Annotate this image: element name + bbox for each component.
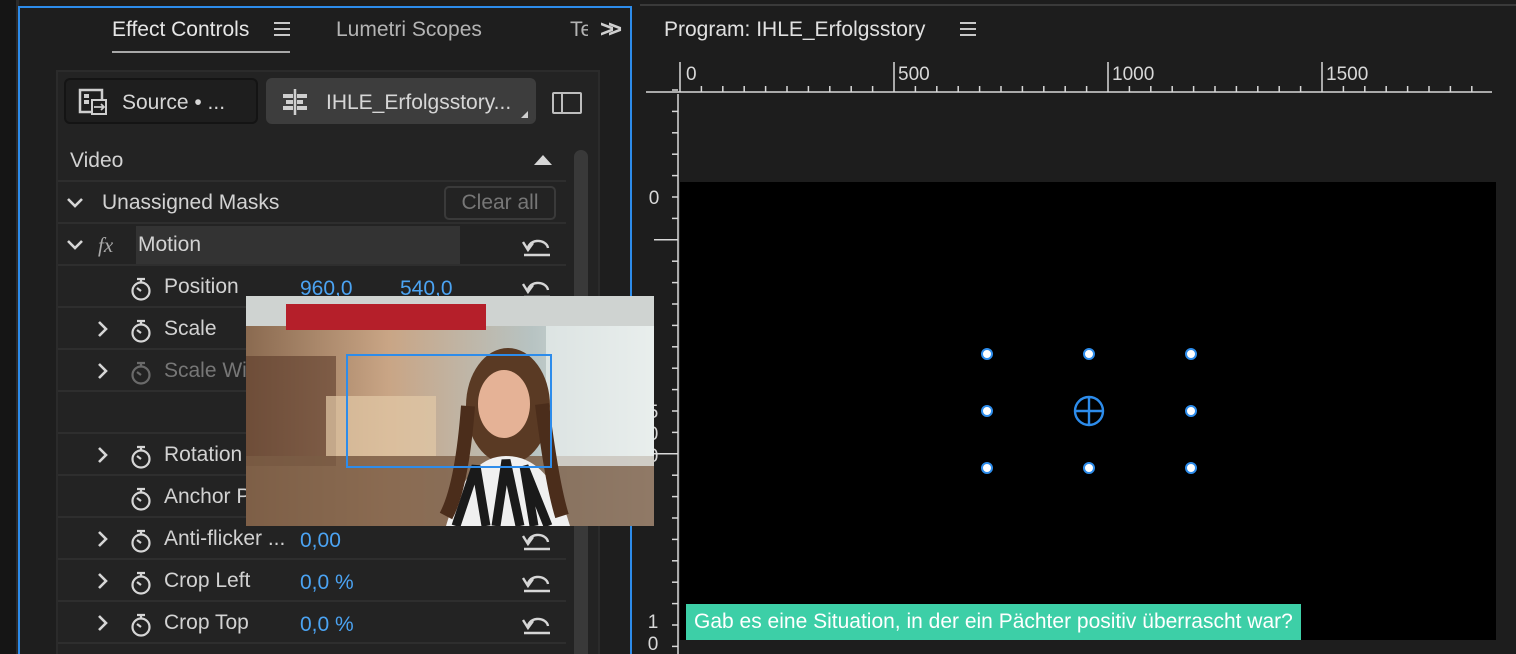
unassigned-masks-label: Unassigned Masks xyxy=(102,191,280,214)
transform-handle[interactable] xyxy=(1185,462,1197,474)
ruler-h-label: 1000 xyxy=(1112,64,1155,85)
property-value[interactable]: 0,00 xyxy=(300,529,341,553)
ruler-h-label: 500 xyxy=(898,64,930,85)
stopwatch-icon[interactable] xyxy=(130,529,152,553)
stopwatch-icon[interactable] xyxy=(130,319,152,343)
property-row: Crop Top 0,0 % xyxy=(58,602,566,644)
motion-label: Motion xyxy=(138,233,202,256)
sequence-button[interactable]: IHLE_Erfolgsstory... xyxy=(266,78,536,124)
stopwatch-icon[interactable] xyxy=(130,277,152,301)
chevron-down-icon[interactable] xyxy=(66,236,84,254)
left-gutter xyxy=(0,0,19,654)
chevron-right-icon[interactable] xyxy=(94,362,112,380)
collapse-up-icon[interactable] xyxy=(534,155,552,165)
source-clip-label: Source • ... xyxy=(122,91,226,114)
chevron-down-icon[interactable] xyxy=(66,194,84,212)
property-label: Position xyxy=(164,275,239,298)
horizontal-ruler xyxy=(646,62,1492,93)
video-header-label: Video xyxy=(70,149,124,172)
property-label: Crop Top xyxy=(164,611,249,634)
program-monitor-title: Program: IHLE_Erfolgsstory xyxy=(664,18,926,41)
anchor-point-icon[interactable] xyxy=(1072,394,1106,428)
transform-handle[interactable] xyxy=(1083,462,1095,474)
ruler-h-label: 0 xyxy=(686,64,697,85)
dropdown-corner-icon xyxy=(521,111,528,118)
property-row: Crop Left 0,0 % xyxy=(58,560,566,602)
stopwatch-icon[interactable] xyxy=(130,571,152,595)
reset-icon[interactable] xyxy=(520,610,554,636)
chevron-right-icon[interactable] xyxy=(94,530,112,548)
property-row: Crop Right0,0 % xyxy=(58,644,566,654)
property-label: Crop Left xyxy=(164,569,251,592)
transform-handle[interactable] xyxy=(981,348,993,360)
program-menu-icon[interactable] xyxy=(960,22,976,40)
tab-lumetri-scopes[interactable]: Lumetri Scopes xyxy=(336,18,482,42)
sequence-label: IHLE_Erfolgsstory... xyxy=(326,91,512,114)
chevron-right-icon[interactable] xyxy=(94,320,112,338)
reset-icon[interactable] xyxy=(520,526,554,552)
subtitle-caption[interactable]: Gab es eine Situation, in der ein Pächte… xyxy=(686,604,1301,640)
transform-handle[interactable] xyxy=(981,405,993,417)
transform-handle[interactable] xyxy=(1185,405,1197,417)
panel-tabbar: Effect Controls Lumetri Scopes Te >> xyxy=(20,8,630,56)
panel-top-border xyxy=(640,4,1516,6)
transform-handle[interactable] xyxy=(1185,348,1197,360)
ruler-v-label: 10 xyxy=(647,612,659,654)
stopwatch-icon[interactable] xyxy=(130,613,152,637)
chevron-right-icon[interactable] xyxy=(94,572,112,590)
property-label: Anti-flicker ... xyxy=(164,527,286,550)
motion-row: fx Motion xyxy=(58,224,566,266)
property-value[interactable]: 0,0 % xyxy=(300,571,354,595)
ruler-h-label: 1500 xyxy=(1326,64,1369,85)
transform-handle[interactable] xyxy=(1083,348,1095,360)
sequence-icon xyxy=(283,89,307,115)
source-clip-icon xyxy=(78,88,107,115)
program-monitor-panel: Program: IHLE_Erfolgsstory 0 500 1000 15… xyxy=(640,0,1516,654)
tab-truncated[interactable]: Te xyxy=(570,18,588,42)
property-value[interactable]: 0,0 % xyxy=(300,613,354,637)
source-clip-button[interactable]: Source • ... xyxy=(64,78,258,124)
fx-icon[interactable]: fx xyxy=(98,233,113,258)
tab-overflow-icon[interactable]: >> xyxy=(600,16,622,44)
transform-handle[interactable] xyxy=(981,462,993,474)
chevron-right-icon[interactable] xyxy=(94,614,112,632)
timeline-view-toggle-icon[interactable] xyxy=(552,92,582,114)
panel-menu-icon[interactable] xyxy=(274,22,290,40)
video-section-header[interactable]: Video xyxy=(58,140,566,182)
stopwatch-icon[interactable] xyxy=(130,361,152,385)
reset-icon[interactable] xyxy=(520,232,554,258)
property-label: Scale xyxy=(164,317,217,340)
stopwatch-icon[interactable] xyxy=(130,445,152,469)
tab-effect-controls[interactable]: Effect Controls xyxy=(112,18,249,42)
clear-all-button[interactable]: Clear all xyxy=(444,186,556,220)
reset-icon[interactable] xyxy=(520,568,554,594)
stopwatch-icon[interactable] xyxy=(130,487,152,511)
transform-bounding-box[interactable] xyxy=(346,354,552,468)
ruler-v-label: 0 xyxy=(648,188,660,209)
property-label: Rotation xyxy=(164,443,243,466)
chevron-right-icon[interactable] xyxy=(94,446,112,464)
active-tab-underline xyxy=(112,51,290,53)
unassigned-masks-row: Unassigned Masks Clear all xyxy=(58,182,566,224)
